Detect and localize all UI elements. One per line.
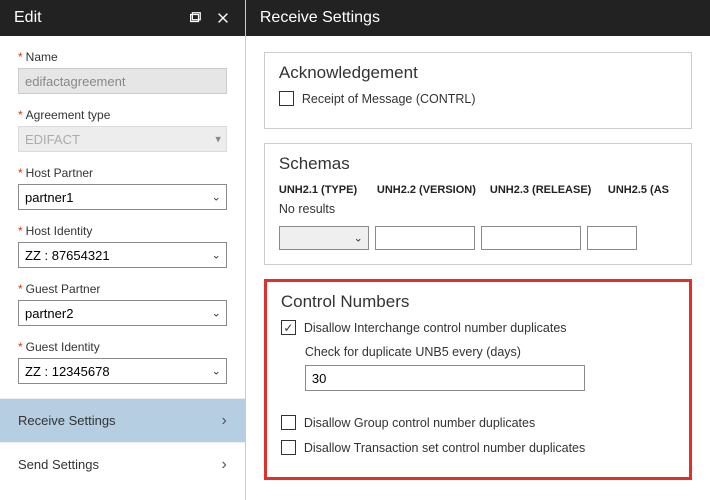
edit-header: Edit	[0, 0, 245, 36]
schema-type-select[interactable]	[280, 227, 368, 249]
schema-version-input[interactable]	[375, 226, 475, 250]
check-dup-label: Check for duplicate UNB5 every (days)	[305, 345, 675, 359]
host-identity-label: *Host Identity	[18, 224, 227, 238]
chevron-right-icon: ›	[222, 456, 227, 474]
schema-type-select-wrap: ⌄	[279, 226, 369, 250]
disallow-txn-label: Disallow Transaction set control number …	[304, 441, 585, 455]
nav-receive-settings[interactable]: Receive Settings ›	[0, 398, 245, 442]
guest-partner-label: *Guest Partner	[18, 282, 227, 296]
name-input	[18, 68, 227, 94]
acknowledgement-section: Acknowledgement Receipt of Message (CONT…	[264, 52, 692, 129]
close-icon[interactable]	[215, 10, 231, 26]
schemas-section: Schemas UNH2.1 (TYPE) UNH2.2 (VERSION) U…	[264, 143, 692, 265]
schemas-title: Schemas	[279, 154, 677, 174]
restore-icon[interactable]	[187, 10, 203, 26]
guest-partner-select[interactable]: partner2	[18, 300, 227, 326]
disallow-interchange-checkbox[interactable]: ✓	[281, 320, 296, 335]
edit-title: Edit	[14, 9, 42, 27]
schema-col-as: UNH2.5 (AS	[608, 184, 669, 196]
disallow-group-checkbox[interactable]	[281, 415, 296, 430]
chevron-right-icon: ›	[222, 412, 227, 430]
control-numbers-section: Control Numbers ✓ Disallow Interchange c…	[264, 279, 692, 480]
ack-title: Acknowledgement	[279, 63, 677, 83]
check-dup-input[interactable]	[305, 365, 585, 391]
edit-panel: Edit *Name *Agreement type EDIFACT ▾	[0, 0, 246, 500]
host-partner-select[interactable]: partner1	[18, 184, 227, 210]
agreement-type-select: EDIFACT	[18, 126, 227, 152]
schema-col-release: UNH2.3 (RELEASE)	[490, 184, 600, 196]
host-identity-select[interactable]: ZZ : 87654321	[18, 242, 227, 268]
receipt-of-message-checkbox[interactable]	[279, 91, 294, 106]
disallow-group-label: Disallow Group control number duplicates	[304, 416, 535, 430]
disallow-txn-checkbox[interactable]	[281, 440, 296, 455]
schema-release-input[interactable]	[481, 226, 581, 250]
schema-col-version: UNH2.2 (VERSION)	[377, 184, 482, 196]
schema-col-type: UNH2.1 (TYPE)	[279, 184, 369, 196]
nav-receive-label: Receive Settings	[18, 413, 116, 428]
disallow-interchange-label: Disallow Interchange control number dupl…	[304, 321, 567, 335]
schemas-no-results: No results	[279, 202, 677, 216]
host-partner-label: *Host Partner	[18, 166, 227, 180]
nav-send-settings[interactable]: Send Settings ›	[0, 442, 245, 486]
agreement-type-label: *Agreement type	[18, 108, 227, 122]
guest-identity-label: *Guest Identity	[18, 340, 227, 354]
name-label: *Name	[18, 50, 227, 64]
receive-settings-panel: Receive Settings Acknowledgement Receipt…	[246, 0, 710, 500]
receipt-of-message-label: Receipt of Message (CONTRL)	[302, 92, 476, 106]
receive-header: Receive Settings	[246, 0, 710, 36]
schema-as-input[interactable]	[587, 226, 637, 250]
receive-title: Receive Settings	[260, 9, 380, 27]
control-numbers-title: Control Numbers	[281, 292, 675, 312]
nav-send-label: Send Settings	[18, 457, 99, 472]
guest-identity-select[interactable]: ZZ : 12345678	[18, 358, 227, 384]
